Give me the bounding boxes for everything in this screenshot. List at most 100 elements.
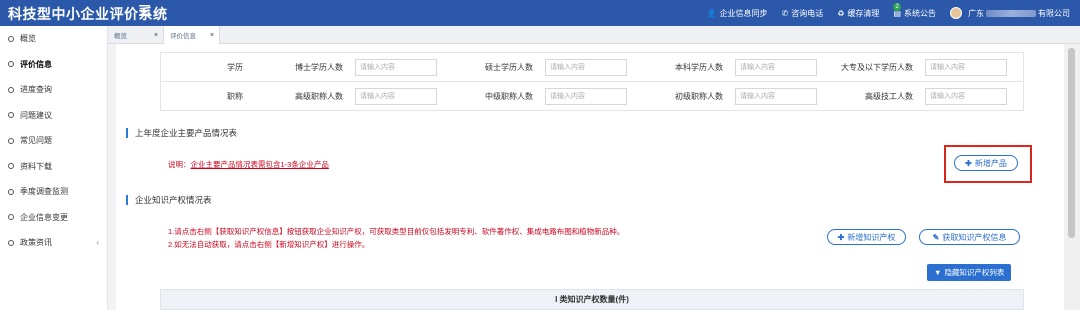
circle-icon	[8, 86, 14, 93]
hide-ip-list-button[interactable]: ▼ 隐藏知识产权列表	[927, 264, 1012, 281]
avatar	[950, 7, 962, 19]
company-name-prefix: 广东	[968, 8, 984, 18]
plus-icon: ✚	[837, 232, 845, 242]
sidebar-item-overview[interactable]: 概览	[0, 26, 107, 52]
sync-company-info-label: 企业信息同步	[719, 8, 768, 18]
sidebar-item-suggestions[interactable]: 问题建议	[0, 103, 107, 129]
doctorate-count-input[interactable]	[355, 58, 437, 76]
system-notice-link[interactable]: 2 ▤ 系统公告	[893, 2, 936, 19]
circle-icon	[8, 163, 14, 170]
products-note-prefix: 说明：	[168, 160, 191, 169]
field-label: 大专及以下学历人数	[841, 62, 913, 72]
add-ip-button[interactable]: ✚ 新增知识产权	[827, 229, 906, 245]
mid-title-count-input[interactable]	[545, 87, 627, 105]
plus-icon: ✚	[965, 158, 972, 168]
field-label: 本科学历人数	[675, 62, 723, 72]
clear-cache-link[interactable]: ♻ 缓存清理	[837, 8, 879, 19]
college-count-input[interactable]	[925, 58, 1007, 76]
user-icon: 👤	[706, 8, 717, 18]
fetch-ip-button[interactable]: ✎ 获取知识产权信息	[919, 229, 1020, 245]
field-label: 高级职称人数	[295, 91, 343, 101]
chevron-left-icon: ‹	[96, 238, 99, 248]
sidebar-item-progress[interactable]: 进度查询	[0, 77, 107, 103]
sidebar-item-policy-news[interactable]: 政策资讯 ‹	[0, 230, 107, 256]
top-header: 科技型中小企业评价系统 ☰ 👤 企业信息同步 ✆ 咨询电话 ♻ 缓存清理 2 ▤…	[0, 0, 1080, 26]
sidebar-item-label: 企业信息变更	[20, 212, 68, 222]
senior-technician-count-input[interactable]	[925, 87, 1007, 105]
ip-table-header: I 类知识产权数量(件)	[160, 289, 1024, 310]
products-note-text: 企业主要产品情况表需包含1-3条企业产品	[190, 160, 329, 169]
sidebar-item-label: 季度调查监测	[20, 187, 68, 197]
fetch-ip-label: 获取知识产权信息	[942, 232, 1007, 242]
circle-icon	[8, 239, 14, 246]
junior-title-count-input[interactable]	[735, 87, 817, 105]
header-links: 👤 企业信息同步 ✆ 咨询电话 ♻ 缓存清理 2 ▤ 系统公告 广东 有限公司	[693, 0, 1070, 26]
notice-count-badge: 2	[893, 2, 901, 11]
sync-company-info-link[interactable]: 👤 企业信息同步	[707, 8, 768, 19]
system-notice-label: 系统公告	[904, 8, 936, 18]
sidebar-item-quarterly-survey[interactable]: 季度调查监测	[0, 179, 107, 205]
circle-icon	[8, 112, 14, 119]
vertical-scrollbar[interactable]	[1064, 44, 1080, 310]
table-row: 学历 博士学历人数 硕士学历人数 本科学历人数 大专及以下学历人数	[161, 53, 1023, 82]
ip-note-1: 1.请点击右侧【获取知识产权信息】按钮获取企业知识产权，可获取类型目前仅包括发明…	[168, 227, 625, 236]
sidebar-item-label: 资料下载	[20, 161, 52, 171]
circle-icon	[8, 35, 14, 42]
ip-section-title: 企业知识产权情况表	[126, 195, 212, 205]
circle-icon	[8, 188, 14, 195]
tab-evaluation-info[interactable]: 评价信息 ×	[164, 26, 220, 44]
products-note: 说明：企业主要产品情况表需包含1-3条企业产品	[168, 159, 329, 170]
sidebar-item-company-change[interactable]: 企业信息变更	[0, 205, 107, 231]
sidebar-item-label: 政策资讯	[20, 238, 52, 248]
master-count-input[interactable]	[545, 58, 627, 76]
circle-icon	[8, 61, 14, 68]
row-category: 职称	[227, 91, 243, 101]
close-icon[interactable]: ×	[210, 32, 214, 39]
sidebar: 概览 评价信息 进度查询 问题建议 常见问题 资料下载 季度调查监测 企业信息变…	[0, 26, 108, 310]
add-product-button[interactable]: ✚ 新增产品	[954, 155, 1018, 171]
field-label: 初级职称人数	[675, 91, 723, 101]
field-label: 硕士学历人数	[485, 62, 533, 72]
consult-phone-link[interactable]: ✆ 咨询电话	[782, 8, 824, 19]
tab-label: 评价信息	[170, 33, 196, 40]
ip-table-header-label: I 类知识产权数量(件)	[555, 295, 629, 304]
bachelor-count-input[interactable]	[735, 58, 817, 76]
circle-icon	[8, 137, 14, 144]
sidebar-item-label: 问题建议	[20, 110, 52, 120]
sidebar-item-downloads[interactable]: 资料下载	[0, 154, 107, 180]
circle-icon	[8, 214, 14, 221]
tab-overview[interactable]: 概览 ×	[108, 26, 164, 44]
redacted-company-name	[986, 9, 1036, 17]
products-section-title: 上年度企业主要产品情况表	[126, 128, 237, 138]
sidebar-item-faq[interactable]: 常见问题	[0, 128, 107, 154]
staff-table: 学历 博士学历人数 硕士学历人数 本科学历人数 大专及以下学历人数 职称 高级职…	[160, 52, 1024, 111]
ip-note-2: 2.如无法自动获取，请点击右侧【新增知识产权】进行操作。	[168, 240, 370, 249]
tab-label: 概览	[114, 33, 127, 40]
field-label: 博士学历人数	[295, 62, 343, 72]
edit-icon: ✎	[932, 232, 940, 242]
tab-bar: 概览 × 评价信息 ×	[108, 26, 1080, 44]
sidebar-item-evaluation-info[interactable]: 评价信息	[0, 52, 107, 78]
sidebar-item-label: 评价信息	[20, 59, 52, 69]
company-name-suffix: 有限公司	[1038, 8, 1070, 18]
close-icon[interactable]: ×	[154, 32, 158, 39]
senior-title-count-input[interactable]	[355, 87, 437, 105]
phone-icon: ✆	[781, 8, 789, 18]
add-ip-label: 新增知识产权	[847, 232, 896, 242]
consult-phone-label: 咨询电话	[791, 8, 824, 18]
add-product-label: 新增产品	[974, 158, 1007, 168]
field-label: 中级职称人数	[485, 91, 533, 101]
sidebar-item-label: 常见问题	[20, 136, 52, 146]
scrollbar-thumb[interactable]	[1068, 48, 1075, 238]
table-row: 职称 高级职称人数 中级职称人数 初级职称人数 高级技工人数	[161, 82, 1023, 111]
recycle-icon: ♻	[837, 8, 845, 18]
sidebar-item-label: 概览	[20, 34, 36, 44]
field-label: 高级技工人数	[865, 91, 913, 101]
company-account[interactable]: 广东 有限公司	[950, 7, 1070, 19]
sidebar-item-label: 进度查询	[20, 85, 52, 95]
filter-icon: ▼	[934, 268, 942, 277]
main-content: 学历 博士学历人数 硕士学历人数 本科学历人数 大专及以下学历人数 职称 高级职…	[116, 44, 1064, 310]
row-category: 学历	[227, 62, 243, 72]
menu-toggle-icon[interactable]: ☰	[138, 2, 151, 20]
hide-ip-list-label: 隐藏知识产权列表	[944, 268, 1005, 277]
